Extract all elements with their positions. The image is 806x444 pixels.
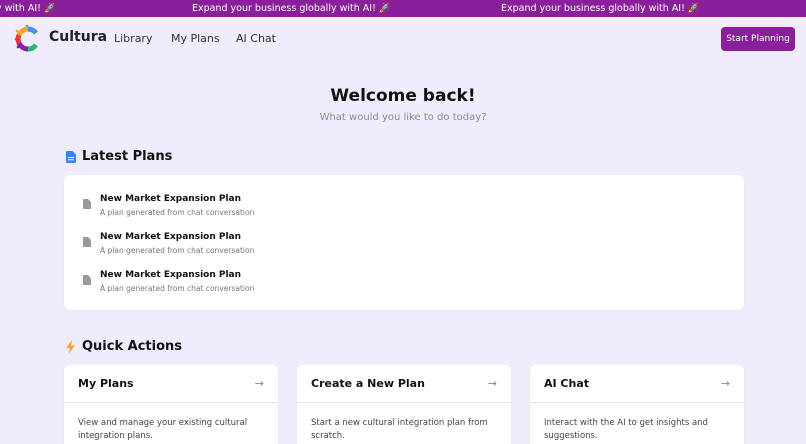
document-icon [83, 275, 91, 285]
latest-plans-card: New Market Expansion Plan A plan generat… [64, 175, 744, 310]
ai-chat-card[interactable]: AI Chat → Interact with the AI to get in… [530, 365, 744, 444]
card-title: AI Chat [544, 377, 590, 390]
arrow-right-icon: → [720, 377, 730, 390]
plan-description: A plan generated from chat conversation [100, 246, 255, 255]
document-icon [66, 151, 76, 163]
banner-text: Expand your business globally with AI! 🚀 [501, 3, 700, 14]
nav-link-library[interactable]: Library [114, 32, 152, 45]
page-title: Welcome back! [330, 86, 476, 106]
promo-banner: y with AI! 🚀 Expand your business global… [0, 0, 806, 17]
plan-name: New Market Expansion Plan [100, 232, 242, 242]
plan-list-item[interactable]: New Market Expansion Plan A plan generat… [64, 270, 744, 300]
card-title: My Plans [78, 377, 134, 390]
arrow-right-icon: → [487, 377, 497, 390]
latest-plans-heading: Latest Plans [82, 149, 173, 164]
card-description: Start a new cultural integration plan fr… [311, 418, 488, 441]
brand-name[interactable]: Cultura [49, 29, 107, 45]
banner-text: Expand your business globally with AI! 🚀 [192, 3, 391, 14]
document-icon [83, 199, 91, 209]
plan-list-item[interactable]: New Market Expansion Plan A plan generat… [64, 194, 744, 224]
plan-description: A plan generated from chat conversation [100, 208, 255, 217]
my-plans-card[interactable]: My Plans → View and manage your existing… [64, 365, 278, 444]
nav-link-ai-chat[interactable]: AI Chat [236, 32, 276, 45]
card-description: Interact with the AI to get insights and… [544, 418, 708, 441]
plan-name: New Market Expansion Plan [100, 194, 242, 204]
start-planning-button[interactable]: Start Planning [721, 27, 795, 51]
card-header: AI Chat → [530, 365, 744, 403]
card-header: My Plans → [64, 365, 278, 403]
nav-link-my-plans[interactable]: My Plans [171, 32, 220, 45]
card-header: Create a New Plan → [297, 365, 511, 403]
quick-actions-heading: Quick Actions [82, 339, 183, 354]
navbar: Cultura Library My Plans AI Chat Start P… [0, 17, 806, 61]
plan-name: New Market Expansion Plan [100, 270, 242, 280]
document-icon [83, 237, 91, 247]
plan-description: A plan generated from chat conversation [100, 284, 255, 293]
card-title: Create a New Plan [311, 377, 425, 390]
card-description: View and manage your existing cultural i… [78, 418, 248, 441]
arrow-right-icon: → [254, 377, 264, 390]
cultura-logo-icon[interactable] [15, 25, 41, 53]
plan-list-item[interactable]: New Market Expansion Plan A plan generat… [64, 232, 744, 262]
lightning-icon [66, 340, 75, 354]
page-subtitle: What would you like to do today? [319, 112, 487, 123]
create-new-plan-card[interactable]: Create a New Plan → Start a new cultural… [297, 365, 511, 444]
banner-text: y with AI! 🚀 [0, 3, 56, 14]
